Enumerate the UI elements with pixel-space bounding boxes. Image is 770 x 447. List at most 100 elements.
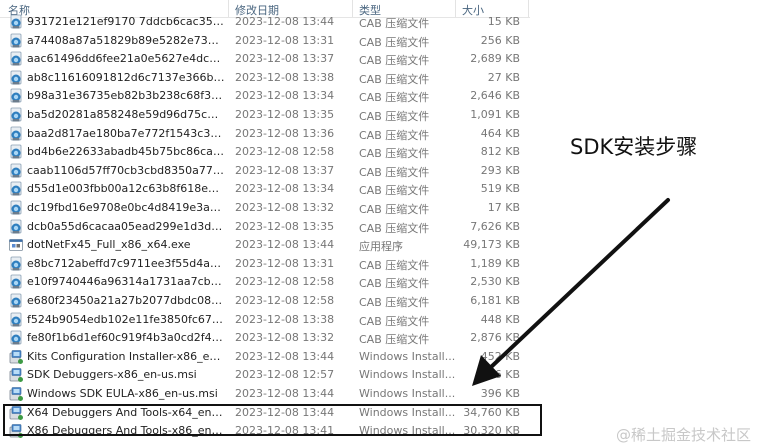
file-date: 2023-12-08 13:36	[235, 126, 335, 140]
file-type: CAB 压缩文件	[359, 258, 430, 272]
file-row[interactable]: bd4b6e22633abadb45b75bc86caaa... 2023-12-…	[0, 143, 530, 161]
file-name: e10f9740446a96314a1731aa7cb428...	[27, 275, 225, 289]
file-date: 2023-12-08 13:44	[235, 15, 335, 28]
file-date: 2023-12-08 13:31	[235, 33, 335, 47]
file-row[interactable]: baa2d817ae180ba7e772f1543c3bbd... 2023-12…	[0, 125, 530, 143]
file-date: 2023-12-08 13:34	[235, 89, 335, 103]
file-name: SDK Debuggers-x86_en-us.msi	[27, 368, 197, 382]
file-type: CAB 压缩文件	[359, 54, 430, 68]
file-size: 396 KB	[480, 387, 520, 400]
file-type: CAB 压缩文件	[359, 35, 430, 49]
file-row[interactable]: e680f23450a21a27b2077dbdc08ca4... 2023-12…	[0, 292, 530, 310]
cab-icon	[8, 107, 24, 123]
file-size: 2,530 KB	[470, 275, 520, 289]
file-size: 2,646 KB	[470, 89, 520, 103]
cab-icon	[8, 274, 24, 290]
file-name: aac61496dd6fee21a0e5627e4dcd84...	[27, 52, 225, 66]
file-type: CAB 压缩文件	[359, 110, 430, 123]
msi-icon	[8, 367, 24, 383]
file-type: CAB 压缩文件	[359, 314, 430, 328]
file-type: CAB 压缩文件	[359, 203, 430, 216]
file-name: f524b9054edb102e11fe3850fc6796c...	[27, 312, 225, 326]
file-size: 812 KB	[480, 145, 520, 159]
file-type: CAB 压缩文件	[359, 184, 430, 198]
file-type: CAB 压缩文件	[359, 72, 430, 86]
cab-icon	[8, 293, 24, 309]
file-row[interactable]: Windows SDK EULA-x86_en-us.msi 2023-12-08…	[0, 385, 530, 403]
watermark: @稀土掘金技术社区	[616, 426, 752, 444]
file-row[interactable]: dc19fbd16e9708e0bc4d8419e3a7d4... 2023-12…	[0, 199, 530, 217]
cab-icon	[8, 312, 24, 328]
file-name: bd4b6e22633abadb45b75bc86caaa...	[27, 145, 225, 159]
file-size: 49,173 KB	[463, 238, 520, 252]
file-row[interactable]: d55d1e003fbb00a12c63b8f618e452... 2023-12…	[0, 180, 530, 198]
file-date: 2023-12-08 12:58	[235, 275, 335, 289]
msi-icon	[8, 386, 24, 402]
file-date: 2023-12-08 13:32	[235, 201, 335, 214]
msi-icon	[8, 349, 24, 365]
file-size: 2,689 KB	[470, 52, 520, 66]
cab-icon	[8, 14, 24, 30]
file-type: CAB 压缩文件	[359, 147, 430, 161]
cab-icon	[8, 330, 24, 346]
annotation-label: SDK安装步骤	[570, 135, 698, 159]
cab-icon	[8, 219, 24, 235]
file-date: 2023-12-08 12:58	[235, 145, 335, 159]
file-name: dcb0a55d6cacaa05ead299e1d3de3c...	[27, 219, 225, 233]
file-row[interactable]: e10f9740446a96314a1731aa7cb428... 2023-12…	[0, 273, 530, 291]
cab-icon	[8, 163, 24, 179]
file-name: d55d1e003fbb00a12c63b8f618e452...	[27, 182, 225, 196]
file-size: 27 KB	[487, 70, 520, 84]
file-type: CAB 压缩文件	[359, 296, 430, 309]
file-type: Windows Install...	[359, 368, 456, 382]
file-row[interactable]: caab1106d57ff70cb3cbd8350a77e87... 2023-1…	[0, 162, 530, 180]
file-row[interactable]: b98a31e36735eb82b3b238c68f36fb... 2023-12…	[0, 87, 530, 105]
file-date: 2023-12-08 13:37	[235, 163, 335, 177]
file-size: 7,626 KB	[470, 219, 520, 233]
file-name: ab8c11616091812d6c7137e366ba1d...	[27, 70, 225, 84]
file-size: 636 KB	[480, 368, 520, 382]
cab-icon	[8, 200, 24, 216]
file-row[interactable]: fe80f1b6d1ef60c919f4b3a0cd2f4306... 2023-…	[0, 329, 530, 347]
file-row[interactable]: dotNetFx45_Full_x86_x64.exe 2023-12-08 13…	[0, 236, 530, 254]
file-size: 2,876 KB	[470, 331, 520, 345]
cab-icon	[8, 144, 24, 160]
file-name: Kits Configuration Installer-x86_en-us..…	[27, 349, 225, 363]
file-date: 2023-12-08 12:57	[235, 368, 335, 382]
file-size: 15 KB	[487, 15, 520, 28]
file-size: 256 KB	[480, 33, 520, 47]
file-row[interactable]: aac61496dd6fee21a0e5627e4dcd84... 2023-12…	[0, 50, 530, 68]
file-size: 293 KB	[480, 163, 520, 177]
file-size: 452 KB	[480, 349, 520, 363]
file-row[interactable]: a74408a87a51829b89e5282e73974d... 2023-12…	[0, 32, 530, 50]
file-size: 1,189 KB	[470, 256, 520, 270]
file-date: 2023-12-08 13:31	[235, 256, 335, 270]
file-type: CAB 压缩文件	[359, 333, 430, 347]
exe-icon	[8, 237, 24, 253]
file-row[interactable]: f524b9054edb102e11fe3850fc6796c... 2023-1…	[0, 311, 530, 329]
file-name: dc19fbd16e9708e0bc4d8419e3a7d4...	[27, 201, 225, 214]
file-type: CAB 压缩文件	[359, 91, 430, 105]
file-size: 17 KB	[487, 201, 520, 214]
file-date: 2023-12-08 13:44	[235, 387, 335, 400]
file-name: dotNetFx45_Full_x86_x64.exe	[27, 238, 191, 252]
file-name: a74408a87a51829b89e5282e73974d...	[27, 33, 225, 47]
file-row[interactable]: Kits Configuration Installer-x86_en-us..…	[0, 348, 530, 366]
file-row[interactable]: dcb0a55d6cacaa05ead299e1d3de3c... 2023-12…	[0, 218, 530, 236]
highlight-box	[3, 404, 542, 436]
cab-icon	[8, 181, 24, 197]
cab-icon	[8, 51, 24, 67]
file-row[interactable]: e8bc712abeffd7c9711ee3f55d4aa99... 2023-1…	[0, 255, 530, 273]
cab-icon	[8, 88, 24, 104]
file-type: CAB 压缩文件	[359, 277, 430, 291]
file-name: b98a31e36735eb82b3b238c68f36fb...	[27, 89, 225, 103]
file-size: 519 KB	[480, 182, 520, 196]
file-row[interactable]: ba5d20281a858248e59d96d75c014... 2023-12-…	[0, 106, 530, 124]
file-date: 2023-12-08 12:58	[235, 294, 335, 307]
file-row[interactable]: ab8c11616091812d6c7137e366ba1d... 2023-12…	[0, 69, 530, 87]
file-row[interactable]: 931721e121ef9170 7ddcb6cac354d9... 2023-1…	[0, 13, 530, 31]
file-type: CAB 压缩文件	[359, 128, 430, 142]
file-date: 2023-12-08 13:44	[235, 349, 335, 363]
file-type: 应用程序	[359, 240, 403, 254]
file-row[interactable]: SDK Debuggers-x86_en-us.msi 2023-12-08 12…	[0, 366, 530, 384]
